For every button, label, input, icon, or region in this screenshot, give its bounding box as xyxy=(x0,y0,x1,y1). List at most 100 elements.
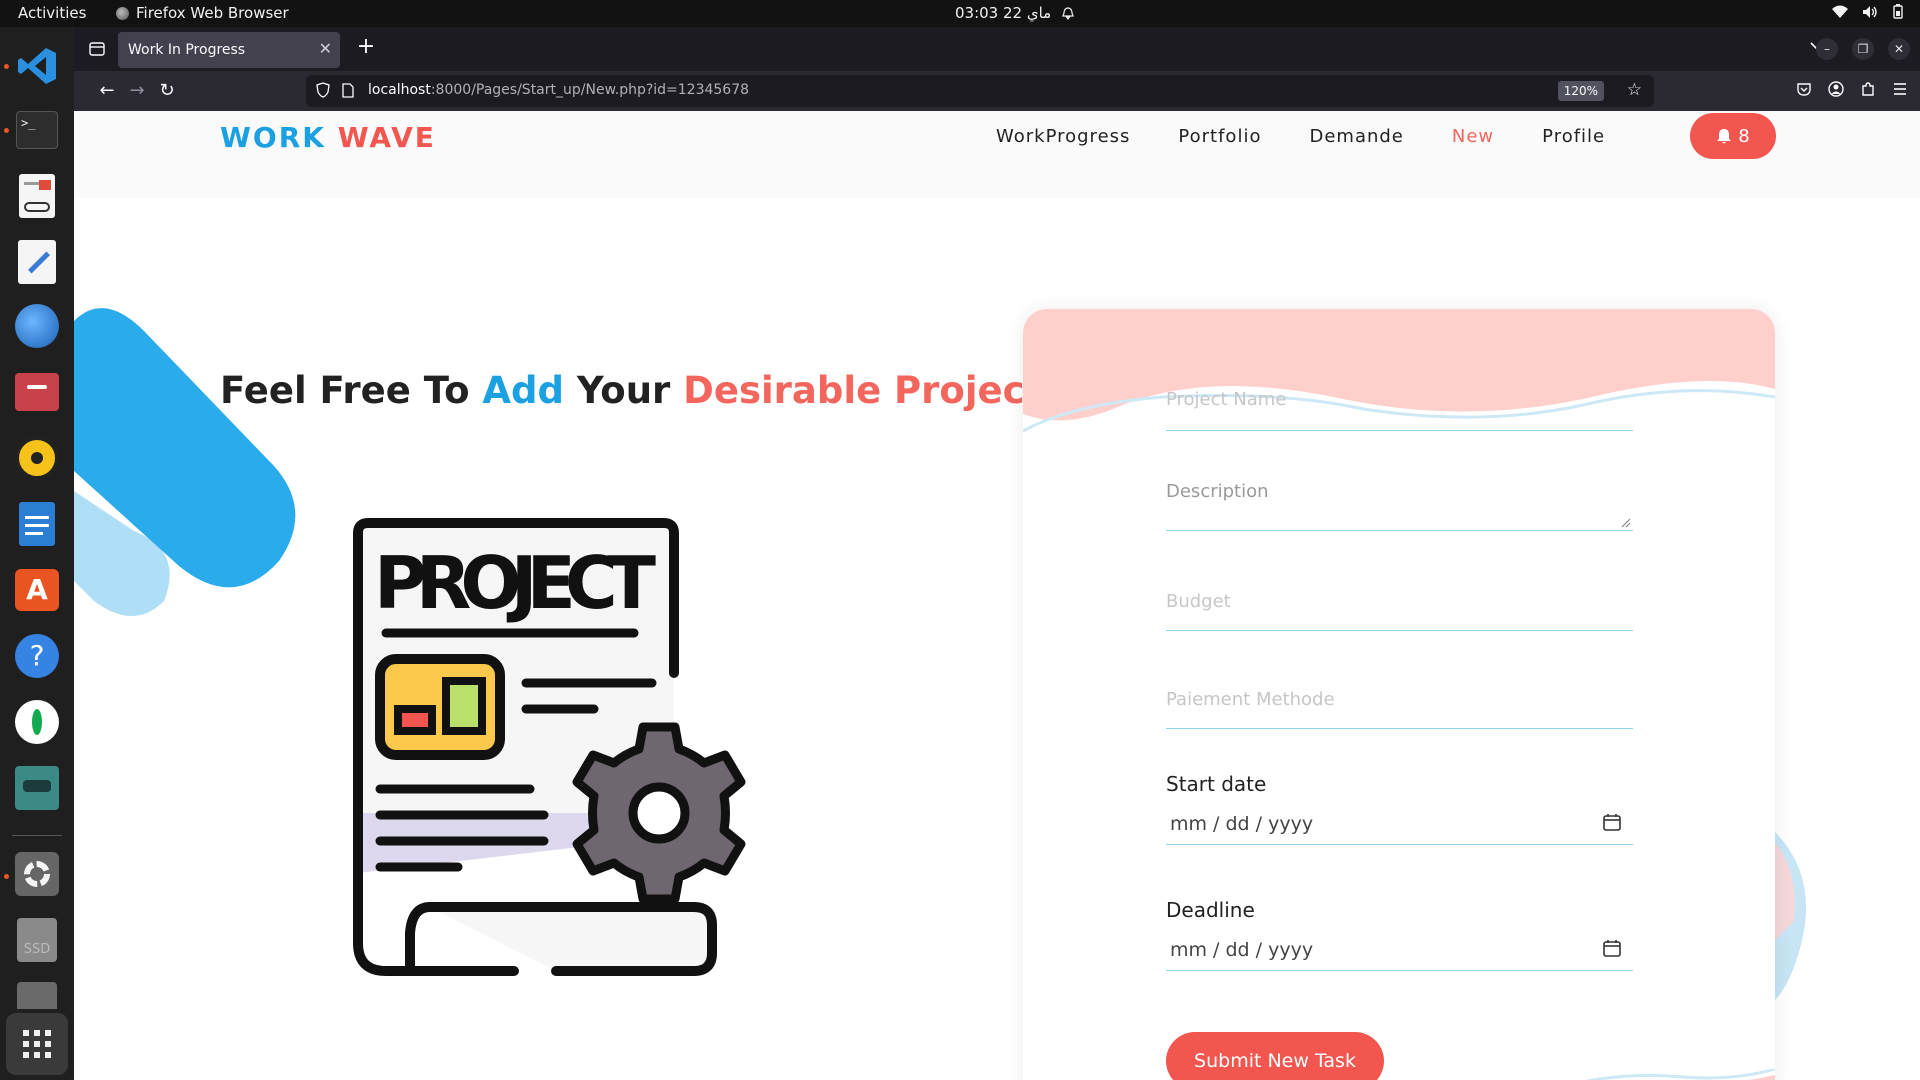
navigation-toolbar: ← → ↻ localhost:8000/Pages/Start_up/New.… xyxy=(74,71,1920,111)
new-task-form: Project Name Description Budget Paiement… xyxy=(1023,309,1775,1080)
system-tray[interactable] xyxy=(1832,4,1904,19)
firefox-view-icon xyxy=(89,42,105,56)
battery-icon xyxy=(1893,4,1903,19)
activities-button[interactable]: Activities xyxy=(18,4,86,22)
document-viewer-icon[interactable] xyxy=(12,171,62,221)
nav-work-progress[interactable]: WorkProgress xyxy=(996,126,1130,147)
hero-title-part1: Feel Free To xyxy=(220,369,483,412)
resize-grip-icon[interactable] xyxy=(1621,518,1631,528)
url-text: localhost:8000/Pages/Start_up/New.php?id… xyxy=(368,82,749,98)
alarm-icon xyxy=(1062,7,1075,20)
close-icon[interactable]: ✕ xyxy=(1888,38,1910,60)
start-date-label: Start date xyxy=(1166,772,1267,796)
url-bar[interactable]: localhost:8000/Pages/Start_up/New.php?id… xyxy=(306,75,1654,107)
project-name-placeholder: Project Name xyxy=(1166,389,1287,410)
hero-title: Feel Free To Add Your Desirable Project xyxy=(220,369,1042,412)
description-placeholder: Description xyxy=(1166,481,1269,502)
dock-separator xyxy=(12,835,62,836)
nav-new[interactable]: New xyxy=(1452,126,1494,147)
restore-icon[interactable]: ❐ xyxy=(1852,38,1874,60)
budget-input[interactable]: Budget xyxy=(1166,591,1633,631)
running-indicator xyxy=(4,874,9,879)
account-icon[interactable] xyxy=(1828,81,1844,97)
writer-icon[interactable] xyxy=(12,499,62,549)
tab-strip: Work In Progress ✕ + – ❐ ✕ xyxy=(74,27,1920,71)
main-nav: WorkProgress Portfolio Demande New Profi… xyxy=(996,126,1653,147)
tab-title: Work In Progress xyxy=(128,42,246,58)
tab-work-in-progress[interactable]: Work In Progress ✕ xyxy=(118,32,340,68)
project-illustration: PROJECT xyxy=(353,518,746,976)
pocket-icon[interactable] xyxy=(1796,81,1812,97)
hero-title-project: Desirable Project xyxy=(683,369,1043,412)
thunderbird-icon[interactable] xyxy=(12,301,62,351)
site-header: WORK WAVE WorkProgress Portfolio Demande… xyxy=(74,111,1920,198)
volume-icon xyxy=(1863,5,1877,18)
mysql-workbench-icon[interactable] xyxy=(12,763,62,813)
show-apps-icon[interactable] xyxy=(6,1013,68,1075)
app-center-icon[interactable]: A xyxy=(12,565,62,615)
app-menu[interactable]: Firefox Web Browser xyxy=(116,4,289,22)
notifications-button[interactable]: 8 xyxy=(1690,113,1776,159)
firefox-view-button[interactable] xyxy=(84,36,110,62)
calendar-icon[interactable] xyxy=(1603,813,1621,831)
page-info-icon[interactable] xyxy=(342,83,354,98)
settings-icon[interactable] xyxy=(12,849,62,899)
running-indicator xyxy=(4,64,9,69)
reload-icon[interactable]: ↻ xyxy=(154,79,180,103)
clock[interactable]: 03:03 22 ماي xyxy=(955,4,1075,22)
start-date-input[interactable]: mm / dd / yyyy xyxy=(1166,805,1633,845)
notification-count: 8 xyxy=(1738,125,1750,147)
vscode-icon[interactable] xyxy=(12,41,62,91)
site-logo[interactable]: WORK WAVE xyxy=(220,121,436,154)
toolbar-right xyxy=(1796,81,1908,97)
firefox-window: Work In Progress ✕ + – ❐ ✕ ← → ↻ localho… xyxy=(74,27,1920,1080)
url-path: :8000/Pages/Start_up/New.php?id=12345678 xyxy=(430,82,750,98)
payment-method-placeholder: Paiement Methode xyxy=(1166,689,1335,710)
forward-arrow-icon[interactable]: → xyxy=(124,79,150,103)
zoom-level-button[interactable]: 120% xyxy=(1557,81,1604,101)
submit-new-task-button[interactable]: Submit New Task xyxy=(1166,1032,1384,1080)
nav-portfolio[interactable]: Portfolio xyxy=(1178,126,1261,147)
wifi-icon xyxy=(1832,5,1848,18)
hamburger-menu-icon[interactable] xyxy=(1892,81,1908,97)
system-top-bar: Activities Firefox Web Browser 03:03 22 … xyxy=(0,0,1920,27)
extensions-icon[interactable] xyxy=(1860,81,1876,97)
url-host: localhost xyxy=(368,82,431,98)
illustration-project-word: PROJECT xyxy=(374,541,656,625)
minimize-icon[interactable]: – xyxy=(1816,38,1838,60)
firefox-icon xyxy=(116,6,129,20)
window-controls: – ❐ ✕ xyxy=(1816,38,1910,60)
app-name: Firefox Web Browser xyxy=(136,4,289,22)
description-textarea[interactable]: Description xyxy=(1166,481,1633,531)
bookmark-star-icon[interactable]: ☆ xyxy=(1627,80,1642,100)
calendar-icon[interactable] xyxy=(1603,939,1621,957)
bell-icon xyxy=(1717,128,1732,143)
deadline-value: mm / dd / yyyy xyxy=(1170,939,1314,961)
hero-title-add: Add xyxy=(482,369,564,412)
tab-close-icon[interactable]: ✕ xyxy=(319,39,332,58)
ssd-drive-icon[interactable]: SSD xyxy=(12,915,62,965)
logo-word-wave: WAVE xyxy=(337,121,436,154)
mongodb-compass-icon[interactable] xyxy=(12,697,62,747)
nav-demande[interactable]: Demande xyxy=(1309,126,1403,147)
help-icon[interactable]: ? xyxy=(12,631,62,681)
rhythmbox-icon[interactable] xyxy=(12,433,62,483)
drive-icon[interactable] xyxy=(12,979,62,1009)
decorative-blue-blob xyxy=(74,308,296,616)
logo-word-work: WORK xyxy=(220,121,326,154)
deadline-input[interactable]: mm / dd / yyyy xyxy=(1166,931,1633,971)
web-page: WORK WAVE WorkProgress Portfolio Demande… xyxy=(74,111,1920,1080)
terminal-icon[interactable]: >_ xyxy=(12,105,62,155)
start-date-value: mm / dd / yyyy xyxy=(1170,813,1314,835)
back-arrow-icon[interactable]: ← xyxy=(94,79,120,103)
payment-method-input[interactable]: Paiement Methode xyxy=(1166,689,1633,729)
tracking-shield-icon[interactable] xyxy=(316,82,330,98)
clock-text: 03:03 22 ماي xyxy=(955,4,1052,22)
files-icon[interactable] xyxy=(12,367,62,417)
new-tab-button[interactable]: + xyxy=(352,34,380,59)
decorative-right-blob xyxy=(1774,831,1806,1001)
project-name-input[interactable]: Project Name xyxy=(1166,389,1633,431)
dock: >_ A ? SSD xyxy=(0,27,74,1080)
nav-profile[interactable]: Profile xyxy=(1542,126,1605,147)
text-editor-icon[interactable] xyxy=(12,237,62,287)
